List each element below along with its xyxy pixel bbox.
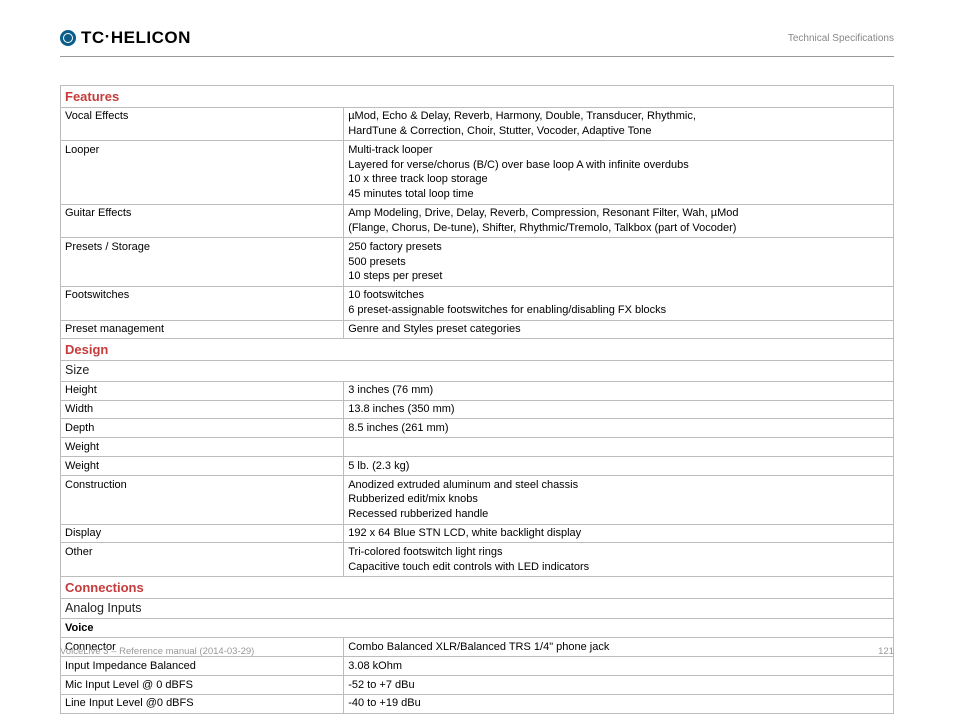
page-header: TC · HELICON Technical Specifications	[60, 28, 894, 57]
spec-value: Anodized extruded aluminum and steel cha…	[344, 476, 894, 525]
section-features-title: Features	[61, 86, 894, 108]
spec-value: 250 factory presets500 presets10 steps p…	[344, 238, 894, 287]
table-row: Weight	[61, 438, 894, 457]
spec-label: Vocal Effects	[61, 107, 344, 141]
table-row: Mic Input Level @ 0 dBFS-52 to +7 dBu	[61, 676, 894, 695]
table-row: Weight5 lb. (2.3 kg)	[61, 457, 894, 476]
spec-label: Input Impedance Balanced	[61, 657, 344, 676]
section-connections-sub2: Voice	[61, 619, 894, 638]
spec-label: Weight	[61, 438, 344, 457]
logo-text-2: HELICON	[111, 28, 191, 48]
table-row: Footswitches10 footswitches6 preset-assi…	[61, 286, 894, 320]
table-row: Input Impedance Balanced3.08 kOhm	[61, 657, 894, 676]
spec-value: -40 to +19 dBu	[344, 694, 894, 713]
spec-value: 10 footswitches6 preset-assignable foots…	[344, 286, 894, 320]
spec-label: Other	[61, 543, 344, 577]
page-footer: VoiceLive 3 – Reference manual (2014-03-…	[60, 646, 894, 657]
spec-label: Guitar Effects	[61, 204, 344, 238]
spec-label: Width	[61, 400, 344, 419]
spec-label: Construction	[61, 476, 344, 525]
table-row: Line Input Level @0 dBFS-40 to +19 dBu	[61, 694, 894, 713]
spec-label: Depth	[61, 419, 344, 438]
table-row: Preset managementGenre and Styles preset…	[61, 320, 894, 339]
spec-label: Weight	[61, 457, 344, 476]
spec-value: µMod, Echo & Delay, Reverb, Harmony, Dou…	[344, 107, 894, 141]
spec-label: Line Input Level @0 dBFS	[61, 694, 344, 713]
spec-value: 13.8 inches (350 mm)	[344, 400, 894, 419]
table-row: Width13.8 inches (350 mm)	[61, 400, 894, 419]
spec-value: 8.5 inches (261 mm)	[344, 419, 894, 438]
spec-label: Footswitches	[61, 286, 344, 320]
header-section-title: Technical Specifications	[788, 33, 894, 44]
spec-value: Amp Modeling, Drive, Delay, Reverb, Comp…	[344, 204, 894, 238]
table-row: Guitar EffectsAmp Modeling, Drive, Delay…	[61, 204, 894, 238]
brand-logo: TC · HELICON	[60, 28, 191, 48]
spec-value: 5 lb. (2.3 kg)	[344, 457, 894, 476]
spec-value: Multi-track looperLayered for verse/chor…	[344, 141, 894, 204]
logo-text-1: TC	[81, 28, 105, 48]
spec-value: -52 to +7 dBu	[344, 676, 894, 695]
table-row: Presets / Storage250 factory presets500 …	[61, 238, 894, 287]
footer-left: VoiceLive 3 – Reference manual (2014-03-…	[60, 646, 254, 657]
spec-label: Height	[61, 381, 344, 400]
section-connections-title: Connections	[61, 577, 894, 599]
table-row: Display192 x 64 Blue STN LCD, white back…	[61, 524, 894, 543]
table-row: Depth8.5 inches (261 mm)	[61, 419, 894, 438]
section-design-title: Design	[61, 339, 894, 361]
spec-label: Presets / Storage	[61, 238, 344, 287]
spec-value: 3 inches (76 mm)	[344, 381, 894, 400]
logo-icon	[60, 30, 76, 46]
table-row: LooperMulti-track looperLayered for vers…	[61, 141, 894, 204]
spec-table: Features Vocal EffectsµMod, Echo & Delay…	[60, 85, 894, 714]
footer-page-number: 121	[878, 646, 894, 657]
spec-value: Tri-colored footswitch light ringsCapaci…	[344, 543, 894, 577]
table-row: ConstructionAnodized extruded aluminum a…	[61, 476, 894, 525]
spec-value: Genre and Styles preset categories	[344, 320, 894, 339]
spec-label: Preset management	[61, 320, 344, 339]
spec-value: 3.08 kOhm	[344, 657, 894, 676]
table-row: Vocal EffectsµMod, Echo & Delay, Reverb,…	[61, 107, 894, 141]
logo-separator: ·	[105, 27, 111, 47]
section-connections-sub: Analog Inputs	[61, 598, 894, 619]
spec-value: 192 x 64 Blue STN LCD, white backlight d…	[344, 524, 894, 543]
spec-label: Display	[61, 524, 344, 543]
spec-value	[344, 438, 894, 457]
table-row: Height3 inches (76 mm)	[61, 381, 894, 400]
table-row: OtherTri-colored footswitch light ringsC…	[61, 543, 894, 577]
section-design-sub: Size	[61, 360, 894, 381]
spec-label: Looper	[61, 141, 344, 204]
spec-label: Mic Input Level @ 0 dBFS	[61, 676, 344, 695]
